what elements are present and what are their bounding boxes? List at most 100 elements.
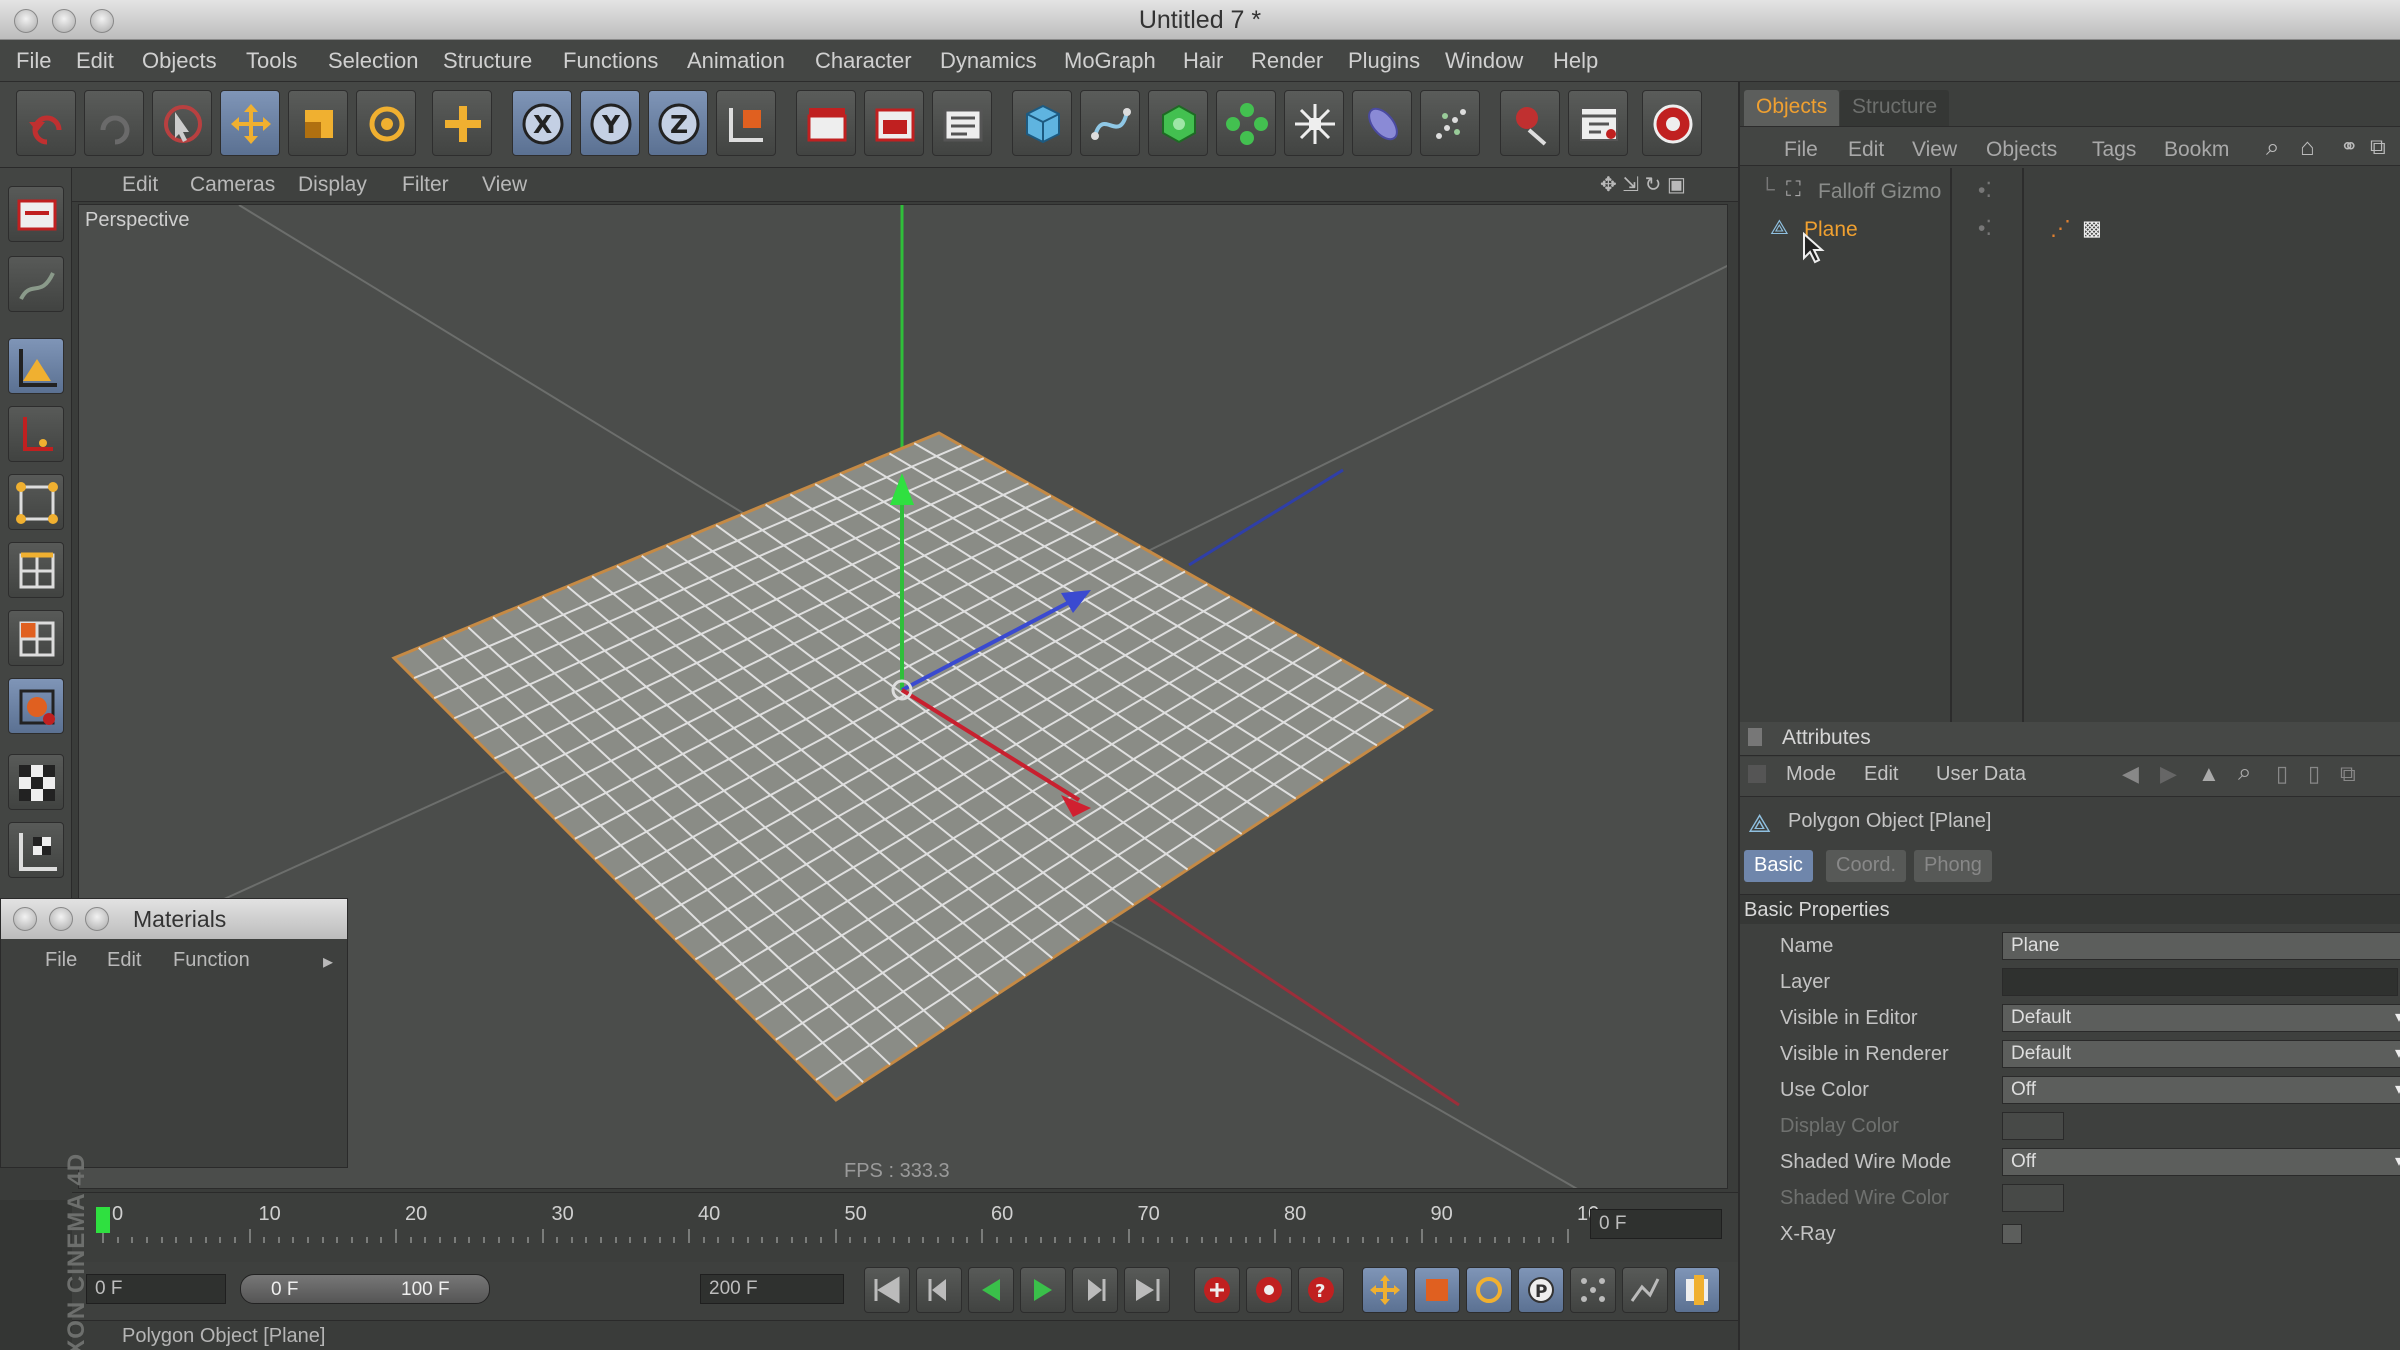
object-row-falloff-gizmo[interactable]: └ ⛶ Falloff Gizmo •⁚ — [1760, 178, 2400, 212]
scene-camera-button[interactable] — [1420, 90, 1480, 156]
up-arrow-icon[interactable]: ▲ — [2198, 761, 2220, 787]
texture-tiling-button[interactable] — [8, 754, 64, 810]
render-settings-button[interactable] — [932, 90, 992, 156]
menu-file[interactable]: File — [16, 48, 51, 74]
timeline-editor-button[interactable] — [1568, 90, 1628, 156]
range-slider[interactable]: 0 F 100 F — [240, 1274, 490, 1304]
x-axis-lock-button[interactable]: X — [512, 90, 572, 156]
menu-edit[interactable]: Edit — [76, 48, 114, 74]
current-frame-field[interactable]: 0 F — [1590, 1209, 1722, 1239]
name-field[interactable]: Plane — [2002, 932, 2400, 960]
layer-field[interactable] — [2002, 968, 2398, 996]
shaded-wire-mode-dropdown[interactable]: Off — [2002, 1148, 2400, 1176]
attributes-new-window-icon[interactable]: ⧉ — [2340, 761, 2356, 787]
axis-mode-button[interactable] — [8, 406, 64, 462]
tab-phong[interactable]: Phong — [1914, 850, 1992, 882]
back-arrow-icon[interactable]: ◀ — [2122, 761, 2139, 787]
texture-mode-button[interactable] — [8, 256, 64, 312]
scale-track-button[interactable] — [1414, 1267, 1460, 1313]
materials-titlebar[interactable]: Materials — [1, 899, 347, 939]
record-button[interactable] — [1642, 90, 1702, 156]
environment-button[interactable] — [1352, 90, 1412, 156]
attributes-menu-mode[interactable]: Mode — [1786, 763, 1836, 786]
workplane-button[interactable] — [8, 822, 64, 878]
recent-tools-button[interactable] — [432, 90, 492, 156]
materials-minimize-button[interactable] — [49, 907, 73, 931]
materials-menu-arrow-icon[interactable]: ▸ — [323, 949, 333, 974]
spline-pen-button[interactable] — [1080, 90, 1140, 156]
viewport-menu-display[interactable]: Display — [298, 173, 367, 197]
light-button[interactable] — [1500, 90, 1560, 156]
menu-objects[interactable]: Objects — [142, 48, 217, 74]
visibility-dots-icon[interactable]: •⁚ — [1978, 216, 1992, 241]
attributes-menu-edit[interactable]: Edit — [1864, 763, 1898, 786]
go-to-start-button[interactable] — [864, 1267, 910, 1313]
scale-tool-button[interactable] — [288, 90, 348, 156]
tab-objects[interactable]: Objects — [1744, 90, 1840, 126]
previous-keyframe-button[interactable] — [916, 1267, 962, 1313]
play-backwards-button[interactable] — [968, 1267, 1014, 1313]
menu-animation[interactable]: Animation — [687, 48, 785, 74]
record-active-objects-button[interactable] — [1194, 1267, 1240, 1313]
menu-hair[interactable]: Hair — [1183, 48, 1223, 74]
menu-character[interactable]: Character — [815, 48, 912, 74]
use-color-dropdown[interactable]: Off — [2002, 1076, 2400, 1104]
move-tool-button[interactable] — [220, 90, 280, 156]
position-track-button[interactable] — [1362, 1267, 1408, 1313]
points-mode-button[interactable] — [8, 474, 64, 530]
materials-zoom-button[interactable] — [85, 907, 109, 931]
edges-mode-button[interactable] — [8, 542, 64, 598]
phong-tag-icon[interactable]: ⋰ — [2050, 216, 2071, 241]
tab-basic[interactable]: Basic — [1744, 850, 1813, 882]
objects-menu-bookmarks[interactable]: Bookm — [2164, 138, 2229, 162]
menu-window[interactable]: Window — [1445, 48, 1523, 74]
objects-menu-file[interactable]: File — [1784, 138, 1818, 162]
objects-search-icon[interactable]: ⌕ — [2266, 134, 2279, 162]
viewport-menu-filter[interactable]: Filter — [402, 173, 449, 197]
materials-menu-edit[interactable]: Edit — [107, 949, 141, 972]
attributes-settings-icon[interactable]: ▯ — [2308, 761, 2320, 787]
texture-tag-icon[interactable]: ▩ — [2082, 216, 2102, 241]
parameter-track-button[interactable]: P — [1518, 1267, 1564, 1313]
redo-button[interactable] — [84, 90, 144, 156]
materials-menu-function[interactable]: Function — [173, 949, 250, 972]
objects-new-window-icon[interactable]: ⧉ — [2370, 134, 2386, 160]
autokeying-button[interactable] — [1246, 1267, 1292, 1313]
nurbs-button[interactable] — [1148, 90, 1208, 156]
tab-structure[interactable]: Structure — [1840, 90, 1950, 126]
end-frame-field[interactable]: 200 F — [700, 1274, 844, 1304]
visibility-dots-icon[interactable]: •⁚ — [1978, 178, 1992, 203]
menu-structure[interactable]: Structure — [443, 48, 532, 74]
rotate-tool-button[interactable] — [356, 90, 416, 156]
menu-render[interactable]: Render — [1251, 48, 1323, 74]
objects-menu-edit[interactable]: Edit — [1848, 138, 1884, 162]
visible-in-editor-dropdown[interactable]: Default — [2002, 1004, 2400, 1032]
attributes-search-icon[interactable]: ⌕ — [2238, 759, 2251, 787]
objects-link-icon[interactable]: ⚭ — [2340, 134, 2358, 160]
timeline-ruler[interactable]: 0 10 20 30 40 50 60 70 80 90 10 0 F — [72, 1192, 1738, 1268]
forward-arrow-icon[interactable]: ▶ — [2160, 761, 2177, 787]
tab-coord[interactable]: Coord. — [1826, 850, 1907, 882]
z-axis-lock-button[interactable]: Z — [648, 90, 708, 156]
menu-dynamics[interactable]: Dynamics — [940, 48, 1037, 74]
objects-menu-tags[interactable]: Tags — [2092, 138, 2136, 162]
menu-selection[interactable]: Selection — [328, 48, 419, 74]
viewport-menu-edit[interactable]: Edit — [122, 173, 158, 197]
go-to-end-button[interactable] — [1124, 1267, 1170, 1313]
deformer-button[interactable] — [1284, 90, 1344, 156]
viewport-menu-view[interactable]: View — [482, 173, 527, 197]
menu-functions[interactable]: Functions — [563, 48, 658, 74]
shaded-wire-color-swatch[interactable] — [2002, 1184, 2064, 1212]
menu-mograph[interactable]: MoGraph — [1064, 48, 1156, 74]
display-color-swatch[interactable] — [2002, 1112, 2064, 1140]
scheme-button[interactable] — [1622, 1267, 1668, 1313]
materials-close-button[interactable] — [13, 907, 37, 931]
attributes-menu-user-data[interactable]: User Data — [1936, 763, 2026, 786]
viewport-menu-cameras[interactable]: Cameras — [190, 173, 275, 197]
point-level-animation-button[interactable] — [1570, 1267, 1616, 1313]
keyframe-selection-button[interactable]: ? — [1298, 1267, 1344, 1313]
objects-menu-objects[interactable]: Objects — [1986, 138, 2057, 162]
next-keyframe-button[interactable] — [1072, 1267, 1118, 1313]
panel-grip-icon[interactable] — [1748, 728, 1762, 746]
xray-checkbox[interactable] — [2002, 1224, 2022, 1244]
